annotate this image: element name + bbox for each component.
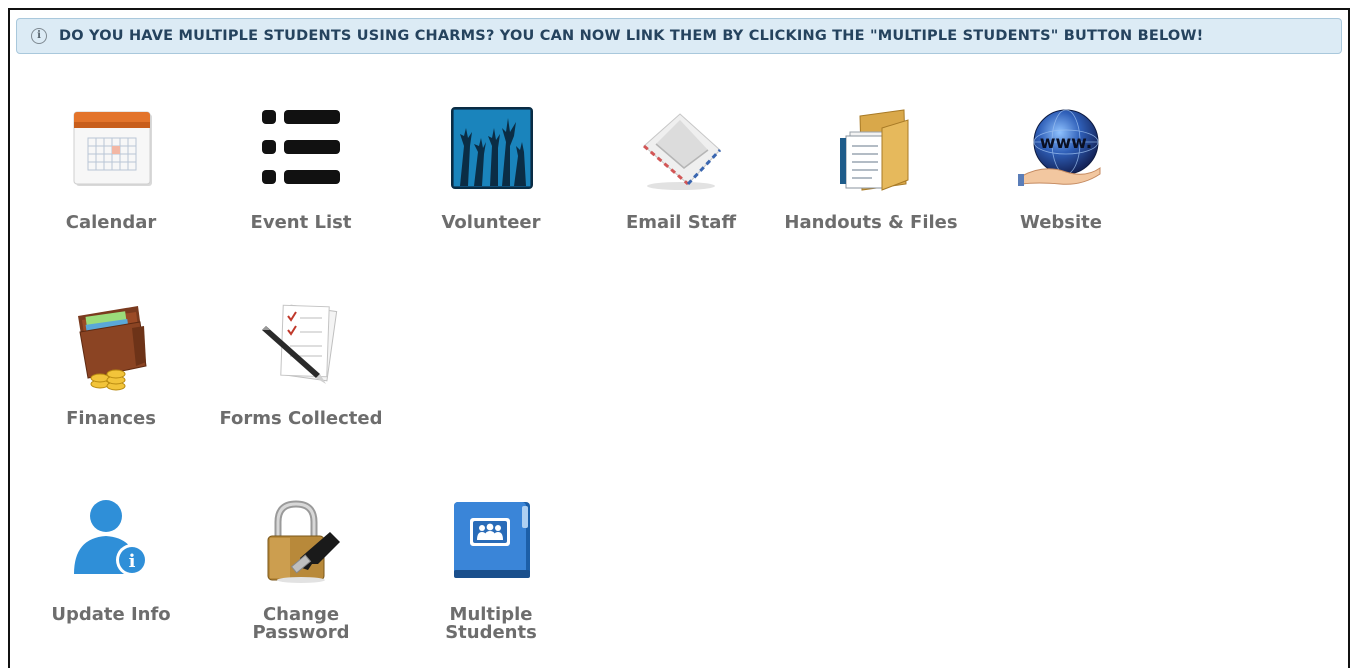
notice-banner: i DO YOU HAVE MULTIPLE STUDENTS USING CH… xyxy=(16,18,1342,54)
envelope-icon xyxy=(636,106,726,196)
update-info-button[interactable]: i Update Info xyxy=(16,498,206,658)
raised-hands-icon xyxy=(446,106,536,196)
handouts-files-label: Handouts & Files xyxy=(784,212,958,233)
folder-icon xyxy=(826,106,916,196)
website-button[interactable]: www. Website xyxy=(966,106,1156,266)
globe-icon: www. xyxy=(1016,106,1106,196)
finances-button[interactable]: Finances xyxy=(16,302,206,462)
students-folder-icon xyxy=(446,498,536,588)
change-password-button[interactable]: Change Password xyxy=(206,498,396,658)
event-list-button[interactable]: Event List xyxy=(206,106,396,266)
wallet-icon xyxy=(66,302,156,392)
svg-text:i: i xyxy=(129,551,136,572)
calendar-button[interactable]: Calendar xyxy=(16,106,206,266)
handouts-files-button[interactable]: Handouts & Files xyxy=(776,106,966,266)
forms-collected-button[interactable]: Forms Collected xyxy=(206,302,396,462)
notice-text: DO YOU HAVE MULTIPLE STUDENTS USING CHAR… xyxy=(59,28,1204,44)
svg-text:www.: www. xyxy=(1040,133,1093,153)
multiple-students-button[interactable]: Multiple Students xyxy=(396,498,586,658)
calendar-label: Calendar xyxy=(65,212,157,233)
forms-icon xyxy=(256,302,346,392)
website-label: Website xyxy=(1019,212,1102,233)
padlock-icon xyxy=(256,498,346,588)
multiple-students-label: Multiple Students xyxy=(445,604,537,643)
email-staff-button[interactable]: Email Staff xyxy=(586,106,776,266)
info-icon: i xyxy=(31,28,47,44)
list-icon xyxy=(256,106,346,196)
email-staff-label: Email Staff xyxy=(625,212,737,233)
finances-label: Finances xyxy=(66,408,156,429)
volunteer-label: Volunteer xyxy=(441,212,541,233)
volunteer-button[interactable]: Volunteer xyxy=(396,106,586,266)
user-info-icon: i xyxy=(66,498,156,588)
main-panel: i DO YOU HAVE MULTIPLE STUDENTS USING CH… xyxy=(8,8,1350,668)
calendar-icon xyxy=(66,106,156,196)
change-password-label: Change Password xyxy=(252,604,350,643)
update-info-label: Update Info xyxy=(51,604,171,625)
forms-collected-label: Forms Collected xyxy=(219,408,383,429)
event-list-label: Event List xyxy=(250,212,352,233)
